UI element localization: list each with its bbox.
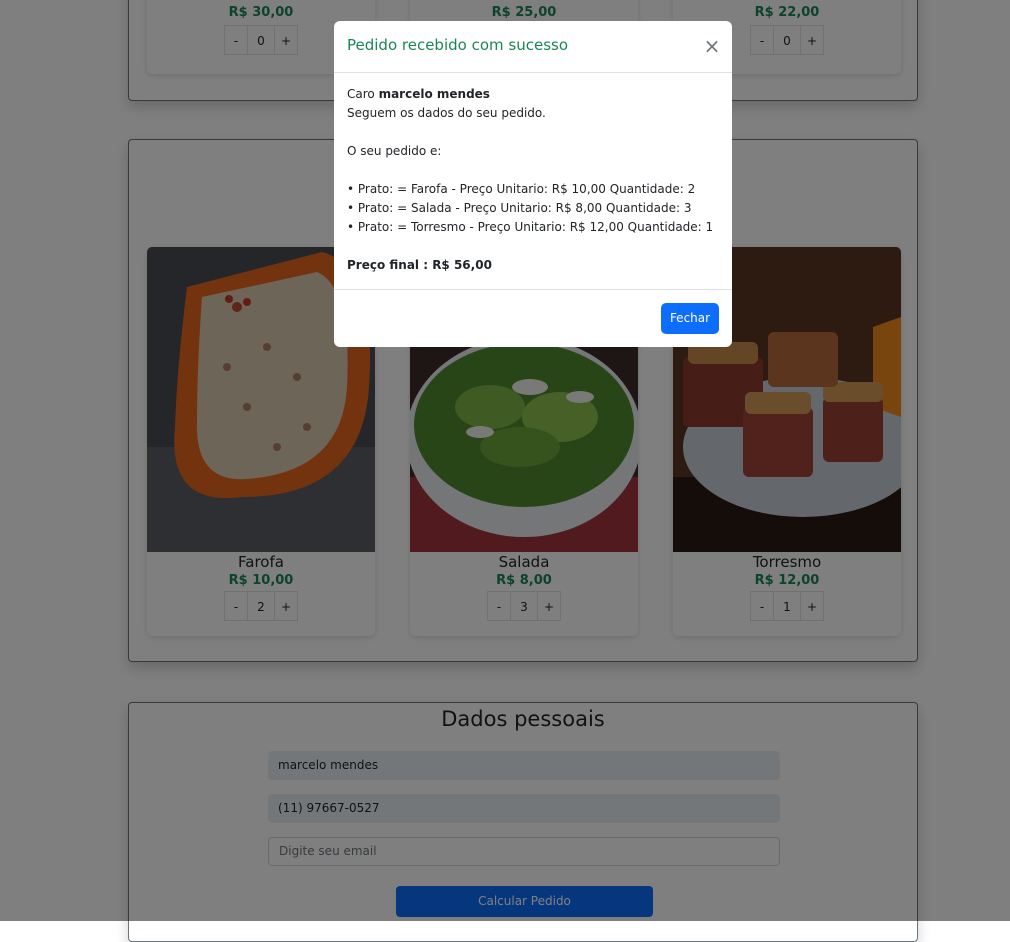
modal-title: Pedido recebido com sucesso <box>347 36 569 54</box>
greeting-prefix: Caro <box>347 87 375 101</box>
intro-text: Seguem os dados do seu pedido. <box>347 106 546 120</box>
modal-body: Caro marcelo mendes Seguem os dados do s… <box>347 85 719 275</box>
greeting-line: Caro marcelo mendes <box>347 85 719 104</box>
modal-header: Pedido recebido com sucesso × <box>334 21 732 73</box>
close-icon[interactable]: × <box>702 36 722 56</box>
order-item: • Prato: = Salada - Preço Unitario: R$ 8… <box>347 201 692 215</box>
order-item: • Prato: = Torresmo - Preço Unitario: R$… <box>347 220 714 234</box>
total-price: Preço final : R$ 56,00 <box>347 258 492 272</box>
close-button[interactable]: Fechar <box>661 303 719 334</box>
order-confirmation-modal: Pedido recebido com sucesso × Caro marce… <box>334 21 732 347</box>
order-item: • Prato: = Farofa - Preço Unitario: R$ 1… <box>347 182 696 196</box>
order-label: O seu pedido e: <box>347 144 442 158</box>
customer-name: marcelo mendes <box>378 87 490 101</box>
modal-footer: Fechar <box>334 289 732 348</box>
